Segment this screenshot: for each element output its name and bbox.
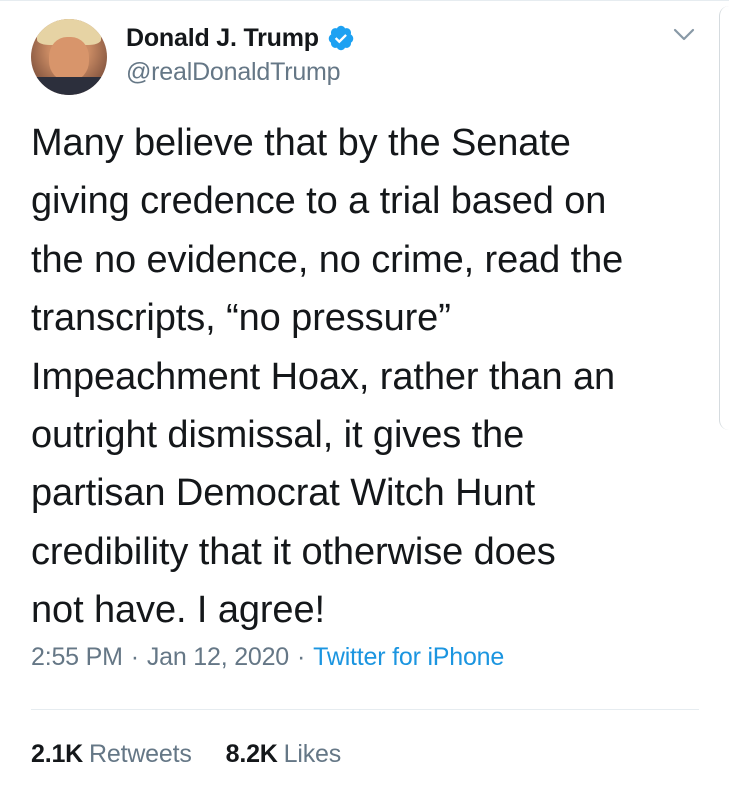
tweet-text-line: not have. I agree! [31,589,325,632]
tweet-meta: 2:55 PM · Jan 12, 2020 · Twitter for iPhone [31,643,504,672]
avatar[interactable] [31,19,107,95]
divider [31,709,699,710]
tweet-text-line: Many believe that by the Senate [31,122,571,164]
tweet-text: Many believe that by the Senate giving c… [31,114,711,640]
tweet-source-link[interactable]: Twitter for iPhone [313,643,504,671]
avatar-face [49,37,89,81]
tweet-stats: 2.1K Retweets 8.2K Likes [31,740,341,769]
verified-badge-icon [327,24,355,52]
retweets-count: 2.1K [31,740,84,768]
meta-separator: · [130,643,139,671]
meta-separator: · [297,643,306,671]
tweet-text-line: transcripts, “no pressure” [31,297,451,340]
tweet-date[interactable]: Jan 12, 2020 [147,643,289,671]
likes-label: Likes [283,740,342,768]
tweet-time[interactable]: 2:55 PM [31,643,123,671]
tweet-text-line: Impeachment Hoax, rather than an [31,355,616,398]
tweet-text-line: partisan Democrat Witch Hunt [31,472,536,515]
retweets-label: Retweets [89,740,192,768]
tweet-text-line: credibility that it otherwise does [31,530,556,573]
tweet-text-line: giving credence to a trial based on [31,180,607,223]
retweets-stat[interactable]: 2.1K Retweets [31,740,192,769]
chevron-down-icon[interactable] [672,26,696,44]
user-handle[interactable]: @realDonaldTrump [126,58,355,87]
display-name[interactable]: Donald J. Trump [126,24,319,53]
likes-count: 8.2K [225,740,278,768]
display-name-row: Donald J. Trump [126,22,355,54]
tweet-text-line: outright dismissal, it gives the [31,414,525,457]
avatar-suit [31,77,107,95]
likes-stat[interactable]: 8.2K Likes [225,740,342,769]
tweet-text-line: the no evidence, no crime, read the [31,238,624,281]
tweet-card: Donald J. Trump @realDonaldTrump Many be… [0,0,729,800]
user-block: Donald J. Trump @realDonaldTrump [126,22,355,87]
